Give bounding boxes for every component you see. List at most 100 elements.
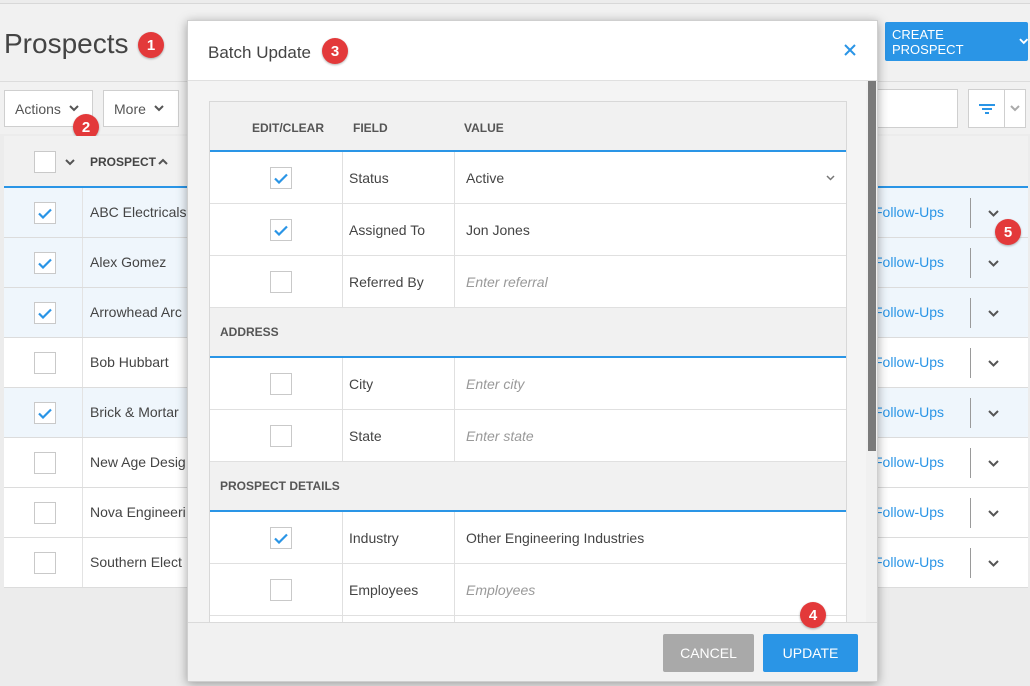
edit-checkbox[interactable] [270,167,292,189]
field-row: Referred By Enter referral [210,256,846,308]
edit-clear-cell [210,358,343,409]
section-details-label: PROSPECT DETAILS [220,479,340,493]
edit-clear-cell [210,564,343,615]
actions-label: Actions [15,100,61,117]
row-checkbox[interactable] [34,502,56,524]
dialog-body: EDIT/CLEAR FIELD VALUE Status Active Assig… [188,81,877,622]
follow-ups-link[interactable]: Follow-Ups [874,554,944,570]
select-all-checkbox[interactable] [34,151,56,173]
chevron-down-icon[interactable] [988,310,999,317]
checkmark-icon [38,258,52,269]
dialog-scrollbar[interactable] [866,81,877,622]
prospect-name[interactable]: Brick & Mortar [90,404,179,420]
follow-ups-link[interactable]: Follow-Ups [874,454,944,470]
cancel-button[interactable]: CANCEL [663,634,754,672]
chevron-down-icon[interactable] [988,510,999,517]
prospect-name[interactable]: Alex Gomez [90,254,166,270]
action-divider [970,398,971,428]
filter-dropdown-toggle[interactable] [1005,90,1025,127]
edit-checkbox[interactable] [270,271,292,293]
column-header-prospect[interactable]: PROSPECT [90,155,156,169]
checkmark-icon [274,225,288,236]
field-row: Assigned To Jon Jones [210,204,846,256]
row-menu-toggle[interactable] [988,254,999,272]
section-address: ADDRESS [210,308,846,358]
address-fields: City Enter city State Enter state [210,358,846,462]
action-divider [970,248,971,278]
prospect-name[interactable]: Arrowhead Arc [90,304,182,320]
search-input[interactable] [870,89,958,128]
field-input[interactable]: Employees [466,582,535,598]
general-fields: Status Active Assigned To Jon Jones Referred… [210,152,846,308]
more-label: More [114,100,146,117]
scrollbar-thumb[interactable] [868,81,876,451]
field-row: Industry Other Engineering Industries [210,512,846,564]
chevron-down-icon[interactable] [988,360,999,367]
chevron-down-icon[interactable] [988,210,999,217]
row-checkbox[interactable] [34,402,56,424]
field-value[interactable]: Other Engineering Industries [466,530,644,546]
more-dropdown[interactable]: More [103,90,179,127]
field-label: Industry [349,530,399,546]
field-value[interactable]: Active [466,170,504,186]
prospect-name[interactable]: Southern Elect [90,554,182,570]
edit-checkbox[interactable] [270,373,292,395]
row-menu-toggle[interactable] [988,454,999,472]
row-checkbox[interactable] [34,452,56,474]
row-menu-toggle[interactable] [988,504,999,522]
action-divider [970,298,971,328]
row-checkbox[interactable] [34,352,56,374]
annotation-badge-1: 1 [138,32,164,58]
action-divider [970,198,971,228]
field-input[interactable]: Enter referral [466,274,548,290]
edit-checkbox[interactable] [270,425,292,447]
filter-button[interactable] [968,89,1026,128]
update-button[interactable]: UPDATE [763,634,858,672]
filter-icon-wrap[interactable] [969,90,1005,127]
chevron-down-icon[interactable] [988,410,999,417]
field-label: Status [349,170,389,186]
chevron-down-icon[interactable] [988,460,999,467]
row-checkbox[interactable] [34,552,56,574]
close-icon[interactable] [843,43,857,57]
chevron-down-icon [69,105,79,112]
row-checkbox[interactable] [34,252,56,274]
row-menu-toggle[interactable] [988,354,999,372]
follow-ups-link[interactable]: Follow-Ups [874,404,944,420]
edit-checkbox[interactable] [270,527,292,549]
row-checkbox[interactable] [34,302,56,324]
row-menu-toggle[interactable] [988,304,999,322]
follow-ups-link[interactable]: Follow-Ups [874,254,944,270]
row-menu-toggle[interactable] [988,204,999,222]
annotation-badge-3: 3 [322,38,348,64]
annotation-badge-4: 4 [800,602,826,628]
row-checkbox[interactable] [34,202,56,224]
follow-ups-link[interactable]: Follow-Ups [874,304,944,320]
chevron-down-icon[interactable] [826,175,835,181]
sort-ascending-icon[interactable] [158,158,168,165]
edit-clear-cell [210,204,343,255]
follow-ups-link[interactable]: Follow-Ups [874,354,944,370]
chevron-down-icon[interactable] [988,560,999,567]
create-prospect-button[interactable]: CREATE PROSPECT [885,22,1028,61]
chevron-down-icon[interactable] [65,159,75,166]
row-menu-toggle[interactable] [988,404,999,422]
edit-clear-cell [210,152,343,203]
prospect-name[interactable]: Nova Engineeri [90,504,186,520]
chevron-down-icon[interactable] [988,260,999,267]
prospect-name[interactable]: Bob Hubbart [90,354,169,370]
field-label: Assigned To [349,222,426,238]
prospect-name[interactable]: ABC Electricals [90,204,186,220]
follow-ups-link[interactable]: Follow-Ups [874,204,944,220]
field-row: City Enter city [210,358,846,410]
field-input[interactable]: Enter city [466,376,524,392]
field-input[interactable]: Enter state [466,428,534,444]
row-menu-toggle[interactable] [988,554,999,572]
batch-update-dialog: Batch Update 3 EDIT/CLEAR FIELD VALUE St… [187,20,878,682]
follow-ups-link[interactable]: Follow-Ups [874,504,944,520]
edit-checkbox[interactable] [270,219,292,241]
edit-checkbox[interactable] [270,579,292,601]
chevron-down-icon [1018,38,1028,45]
prospect-name[interactable]: New Age Desig [90,454,186,470]
field-value[interactable]: Jon Jones [466,222,530,238]
